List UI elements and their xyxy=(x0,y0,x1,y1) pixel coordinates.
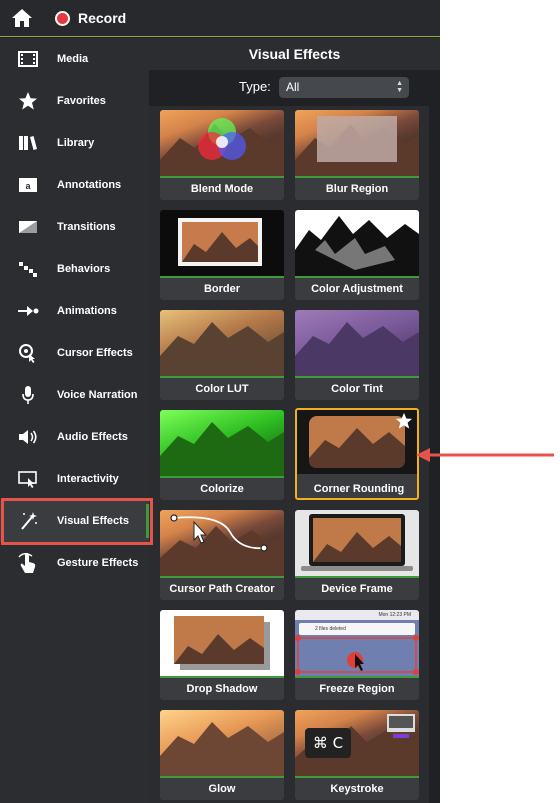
effect-tile-color-lut[interactable]: Color LUT xyxy=(160,310,284,400)
tile-label: Glow xyxy=(208,783,236,795)
annotation-icon: a xyxy=(17,174,39,196)
effect-tile-blend-mode[interactable]: Blend Mode xyxy=(160,110,284,200)
sidebar-item-label: Media xyxy=(57,53,89,65)
sidebar-item-label: Voice Narration xyxy=(57,389,138,401)
laptop-thumbnail xyxy=(295,510,419,576)
tile-label: Corner Rounding xyxy=(313,483,405,495)
sidebar-item-media[interactable]: Media xyxy=(0,38,149,80)
effect-tile-color-tint[interactable]: Color Tint xyxy=(295,310,419,400)
mountain-thumbnail xyxy=(160,110,284,176)
sidebar-item-label: Transitions xyxy=(57,221,116,233)
cursor-icon xyxy=(17,342,39,364)
effect-tile-colorize[interactable]: Colorize xyxy=(160,410,284,500)
pointer-arrow-icon xyxy=(416,448,554,462)
app-window: Record Media Favorites Library a Annotat… xyxy=(0,0,440,803)
interactivity-icon xyxy=(17,468,39,490)
top-bar: Record xyxy=(0,0,440,37)
star-icon xyxy=(17,90,39,112)
sidebar-item-animations[interactable]: Animations xyxy=(0,290,149,332)
dropdown-arrows-icon: ▲ ▼ xyxy=(396,80,403,94)
sidebar-item-label: Library xyxy=(57,137,95,149)
books-icon xyxy=(17,132,39,154)
sidebar-item-gesture-effects[interactable]: Gesture Effects xyxy=(0,542,149,584)
film-icon xyxy=(17,48,39,70)
sidebar-item-annotations[interactable]: a Annotations xyxy=(0,164,149,206)
sidebar-item-label: Gesture Effects xyxy=(57,557,139,569)
sidebar-item-cursor-effects[interactable]: Cursor Effects xyxy=(0,332,149,374)
microphone-icon xyxy=(17,384,39,406)
effect-tile-color-adjustment[interactable]: Color Adjustment xyxy=(295,210,419,300)
green-mountain-thumbnail xyxy=(160,410,284,476)
sidebar-item-label: Behaviors xyxy=(57,263,111,275)
sidebar-item-favorites[interactable]: Favorites xyxy=(0,80,149,122)
tile-label: Color Adjustment xyxy=(311,283,403,295)
animation-arrow-icon xyxy=(17,300,39,322)
visual-effects-panel: Visual Effects Type: All ▲ ▼ Blend Mode B… xyxy=(149,38,440,803)
tile-label: Freeze Region xyxy=(319,683,395,695)
panel-title: Visual Effects xyxy=(149,38,440,70)
sidebar-item-label: Annotations xyxy=(57,179,122,191)
tile-label: Cursor Path Creator xyxy=(169,583,275,595)
purple-mountain-thumbnail xyxy=(295,310,419,376)
speaker-icon xyxy=(17,426,39,448)
freeze-region-thumbnail: Mon 12:23 PM 2 files deleted xyxy=(295,610,419,676)
favorite-star-icon[interactable] xyxy=(395,412,413,430)
keystroke-overlay: ⌘ C xyxy=(305,728,351,758)
type-filter-row: Type: All ▲ ▼ xyxy=(149,70,440,106)
sidebar-item-library[interactable]: Library xyxy=(0,122,149,164)
sidebar-item-audio-effects[interactable]: Audio Effects xyxy=(0,416,149,458)
behaviors-icon xyxy=(17,258,39,280)
tile-label: Border xyxy=(203,283,241,295)
sidebar-item-label: Audio Effects xyxy=(57,431,128,443)
record-label: Record xyxy=(78,10,127,26)
transition-icon xyxy=(17,216,39,238)
sidebar-item-behaviors[interactable]: Behaviors xyxy=(0,248,149,290)
effect-tile-cursor-path-creator[interactable]: Cursor Path Creator xyxy=(160,510,284,600)
sidebar-item-label: Favorites xyxy=(57,95,106,107)
tile-label: Blur Region xyxy=(325,183,389,195)
home-icon[interactable] xyxy=(11,7,33,29)
type-dropdown-value: All xyxy=(286,80,300,94)
sidebar-item-transitions[interactable]: Transitions xyxy=(0,206,149,248)
effect-tile-border[interactable]: Border xyxy=(160,210,284,300)
effect-tile-glow[interactable]: Glow xyxy=(160,710,284,800)
border-thumbnail xyxy=(160,210,284,276)
type-dropdown[interactable]: All ▲ ▼ xyxy=(279,77,409,98)
effect-tile-blur-region[interactable]: Blur Region xyxy=(295,110,419,200)
tile-label: Colorize xyxy=(200,483,244,495)
tile-label: Blend Mode xyxy=(190,183,254,195)
tile-label: Keystroke xyxy=(330,783,384,795)
bw-mountain-thumbnail xyxy=(295,210,419,276)
record-dot-icon xyxy=(55,10,70,26)
mountain-thumbnail xyxy=(295,110,419,176)
record-button[interactable]: Record xyxy=(55,10,126,26)
sidebar-item-label: Animations xyxy=(57,305,117,317)
sidebar-item-interactivity[interactable]: Interactivity xyxy=(0,458,149,500)
type-label: Type: xyxy=(239,79,271,94)
tile-label: Color LUT xyxy=(195,383,249,395)
effect-tile-device-frame[interactable]: Device Frame xyxy=(295,510,419,600)
tile-label: Color Tint xyxy=(331,383,383,395)
effect-tile-corner-rounding[interactable]: Corner Rounding xyxy=(295,408,419,500)
sidebar-item-label: Cursor Effects xyxy=(57,347,133,359)
tile-label: Drop Shadow xyxy=(186,683,258,695)
effect-tile-freeze-region[interactable]: Mon 12:23 PM 2 files deleted Freeze Regi… xyxy=(295,610,419,700)
effect-tile-drop-shadow[interactable]: Drop Shadow xyxy=(160,610,284,700)
hand-gesture-icon xyxy=(17,552,39,574)
tile-label: Device Frame xyxy=(321,583,393,595)
effect-tile-keystroke[interactable]: ⌘ C Keystroke xyxy=(295,710,419,800)
cursor-path-thumbnail xyxy=(160,510,284,576)
sidebar-item-label: Interactivity xyxy=(57,473,119,485)
mountain-thumbnail xyxy=(160,310,284,376)
glow-mountain-thumbnail xyxy=(160,710,284,776)
drop-shadow-thumbnail xyxy=(160,610,284,676)
keystroke-thumbnail: ⌘ C xyxy=(295,710,419,776)
sidebar-item-voice-narration[interactable]: Voice Narration xyxy=(0,374,149,416)
sidebar: Media Favorites Library a Annotations Tr… xyxy=(0,38,149,803)
highlight-box-visual-effects xyxy=(1,498,153,545)
